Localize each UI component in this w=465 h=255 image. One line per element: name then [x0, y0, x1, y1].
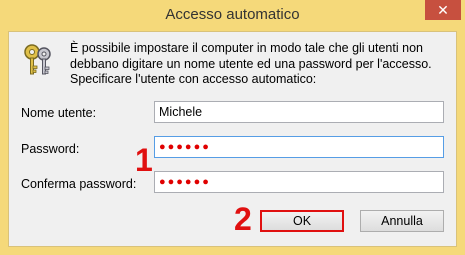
username-field[interactable]: Michele	[154, 101, 444, 123]
password-label: Password:	[21, 142, 80, 156]
confirm-password-masked-value: ●●●●●●	[159, 176, 211, 188]
confirm-password-field[interactable]: ●●●●●●	[154, 171, 444, 193]
username-value: Michele	[159, 105, 203, 119]
description-line: È possibile impostare il computer in mod…	[70, 41, 423, 55]
ok-button[interactable]: OK	[260, 210, 344, 232]
step-marker-1: 1	[135, 142, 153, 178]
description-text: È possibile impostare il computer in mod…	[70, 41, 450, 88]
confirm-password-label: Conferma password:	[21, 177, 137, 191]
cancel-button[interactable]: Annulla	[360, 210, 444, 232]
password-field[interactable]: ●●●●●●	[154, 136, 444, 158]
username-label: Nome utente:	[21, 106, 97, 120]
description-line: Specificare l'utente con accesso automat…	[70, 72, 317, 86]
dialog-body: È possibile impostare il computer in mod…	[8, 31, 457, 247]
auto-login-dialog: Accesso automatico ✕ È possibile imposta…	[0, 0, 465, 255]
step-marker-2: 2	[234, 201, 252, 237]
close-icon: ✕	[437, 2, 449, 18]
close-button[interactable]: ✕	[425, 0, 461, 20]
keys-icon	[24, 44, 51, 75]
title-bar[interactable]: Accesso automatico ✕	[0, 0, 465, 31]
window-title: Accesso automatico	[165, 6, 300, 23]
password-masked-value: ●●●●●●	[159, 141, 211, 153]
description-line: debbano digitare un nome utente ed una p…	[70, 56, 432, 71]
